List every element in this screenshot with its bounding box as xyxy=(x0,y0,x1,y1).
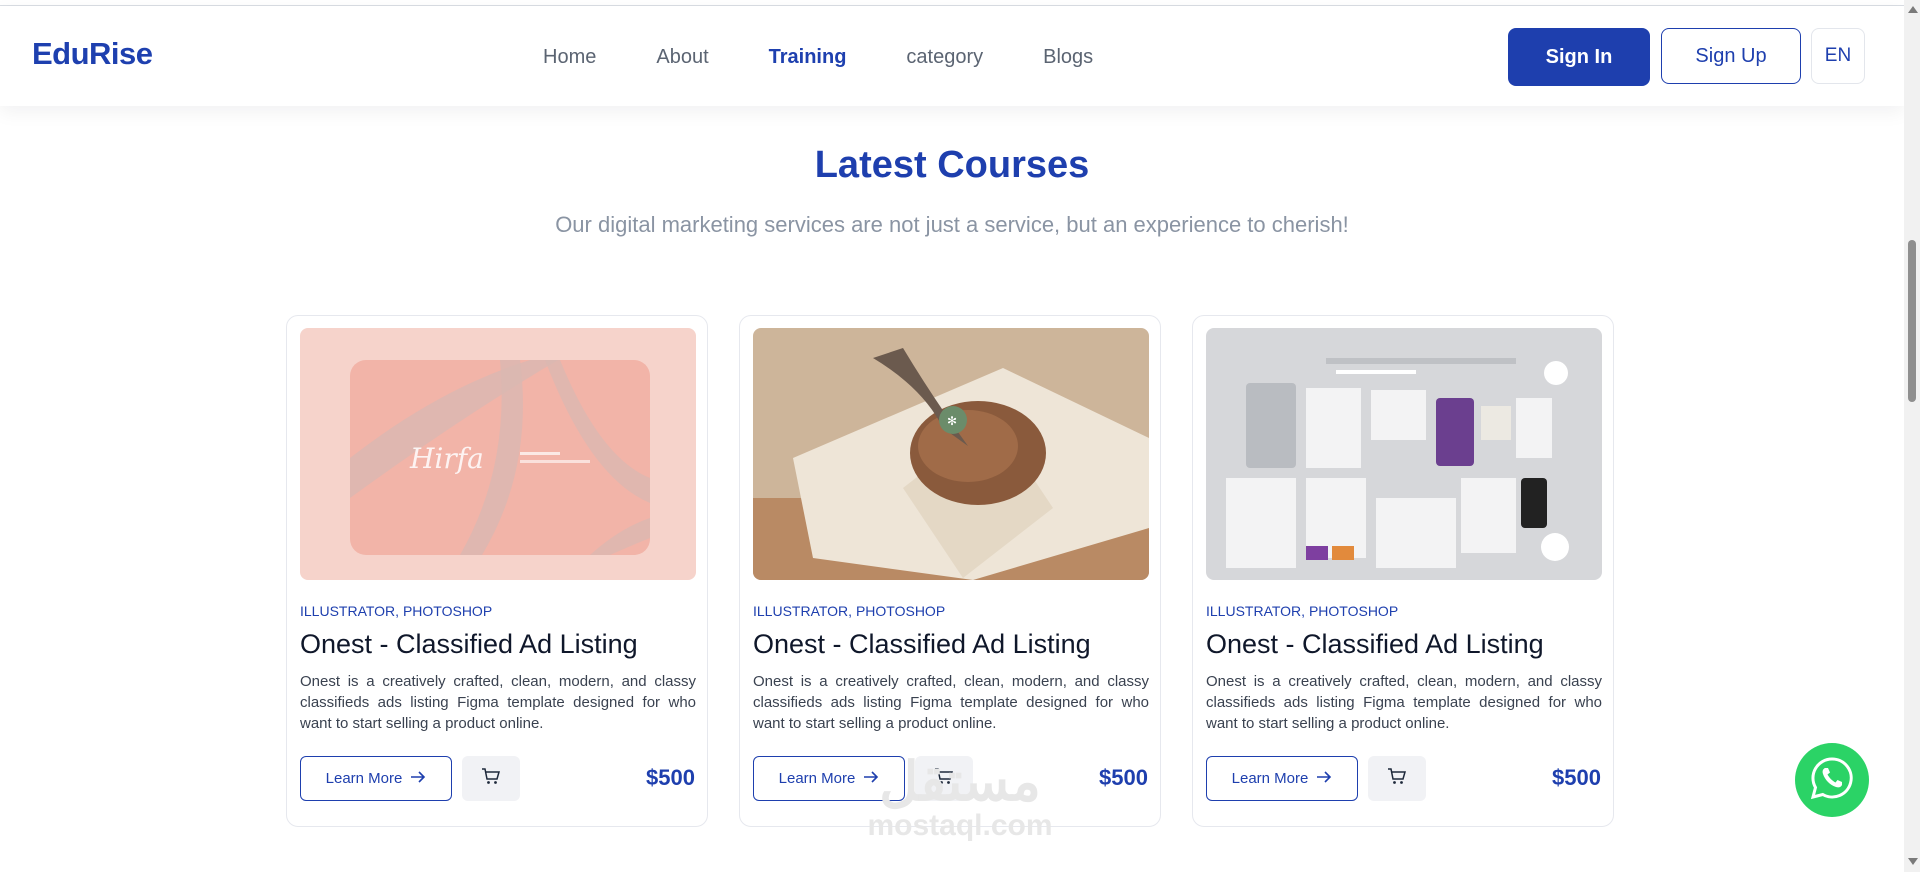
page-scrollbar[interactable] xyxy=(1904,0,1920,872)
menu-about[interactable]: About xyxy=(656,46,708,69)
course-title[interactable]: Onest - Classified Ad Listing xyxy=(753,629,1091,660)
learn-more-label: Learn More xyxy=(325,770,403,787)
section-title: Latest Courses xyxy=(814,144,1090,186)
scrollbar-thumb[interactable] xyxy=(1908,240,1916,402)
course-image-bread[interactable]: ✻ xyxy=(753,328,1149,580)
add-to-cart-button[interactable] xyxy=(462,756,520,801)
svg-text:Hirfa: Hirfa xyxy=(409,442,484,475)
whatsapp-button[interactable] xyxy=(1795,743,1869,817)
course-image-stationery[interactable] xyxy=(1206,328,1602,580)
course-price: $500 xyxy=(646,765,695,790)
course-tags[interactable]: ILLUSTRATOR, PHOTOSHOP xyxy=(1206,603,1398,619)
scroll-up-icon[interactable] xyxy=(1908,6,1918,13)
cart-icon xyxy=(1387,767,1407,790)
menu-blogs[interactable]: Blogs xyxy=(1043,46,1093,69)
language-button[interactable]: EN xyxy=(1811,28,1865,84)
cart-icon xyxy=(481,767,501,790)
course-description: Onest is a creatively crafted, clean, mo… xyxy=(300,673,696,732)
course-description: Onest is a creatively crafted, clean, mo… xyxy=(753,673,1149,732)
site-header: EduRise Home About Training category Blo… xyxy=(0,6,1904,106)
learn-more-label: Learn More xyxy=(778,770,856,787)
learn-more-label: Learn More xyxy=(1231,770,1309,787)
sign-up-button[interactable]: Sign Up xyxy=(1661,28,1801,84)
course-card: Hirfa ILLUSTRATOR, PHOTOSHOP Onest - Cla… xyxy=(286,315,708,827)
course-title[interactable]: Onest - Classified Ad Listing xyxy=(1206,629,1544,660)
learn-more-button[interactable]: Learn More xyxy=(1206,756,1358,801)
add-to-cart-button[interactable] xyxy=(1368,756,1426,801)
learn-more-button[interactable]: Learn More xyxy=(300,756,452,801)
arrow-right-icon xyxy=(863,770,879,787)
course-description: Onest is a creatively crafted, clean, mo… xyxy=(1206,673,1602,732)
course-price: $500 xyxy=(1099,765,1148,790)
course-title[interactable]: Onest - Classified Ad Listing xyxy=(300,629,638,660)
menu-training[interactable]: Training xyxy=(769,46,847,69)
cart-icon xyxy=(934,767,954,790)
course-image-packaging[interactable]: Hirfa xyxy=(300,328,696,580)
course-card: ✻ ILLUSTRATOR, PHOTOSHOP Onest - Classif… xyxy=(739,315,1161,827)
sign-in-button[interactable]: Sign In xyxy=(1508,28,1650,86)
svg-text:✻: ✻ xyxy=(947,414,957,428)
menu-category[interactable]: category xyxy=(906,46,983,69)
course-card: ILLUSTRATOR, PHOTOSHOP Onest - Classifie… xyxy=(1192,315,1614,827)
learn-more-button[interactable]: Learn More xyxy=(753,756,905,801)
whatsapp-icon xyxy=(1808,754,1856,807)
arrow-right-icon xyxy=(410,770,426,787)
course-tags[interactable]: ILLUSTRATOR, PHOTOSHOP xyxy=(300,603,492,619)
menu-home[interactable]: Home xyxy=(543,46,596,69)
main-menu: Home About Training category Blogs xyxy=(543,46,1153,69)
logo[interactable]: EduRise xyxy=(32,36,153,72)
course-price: $500 xyxy=(1552,765,1601,790)
course-tags[interactable]: ILLUSTRATOR, PHOTOSHOP xyxy=(753,603,945,619)
scroll-down-icon[interactable] xyxy=(1908,858,1918,865)
section-subtitle: Our digital marketing services are not j… xyxy=(555,212,1349,237)
arrow-right-icon xyxy=(1316,770,1332,787)
add-to-cart-button[interactable] xyxy=(915,756,973,801)
